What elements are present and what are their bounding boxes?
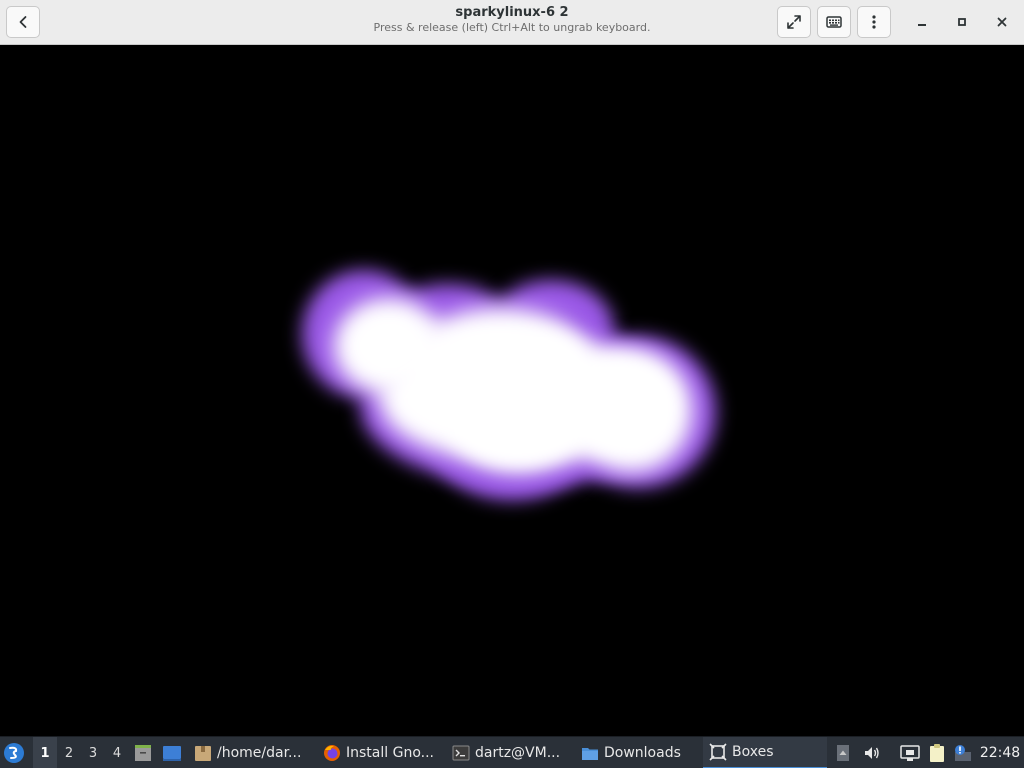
fullscreen-icon <box>787 15 801 29</box>
clipboard-tray[interactable] <box>926 737 948 768</box>
task-label: Install Gno... <box>346 745 434 761</box>
tray-scroll-button[interactable] <box>834 737 852 768</box>
window-title: sparkylinux-6 2 <box>455 5 569 20</box>
vm-display[interactable] <box>0 46 1024 736</box>
close-button[interactable] <box>988 8 1016 36</box>
clipboard-icon <box>930 744 944 762</box>
window-title-area: sparkylinux-6 2 Press & release (left) C… <box>250 5 774 34</box>
volume-icon <box>865 747 879 759</box>
network-icon <box>900 745 920 761</box>
terminal-icon <box>452 745 470 761</box>
network-tray[interactable] <box>898 737 922 768</box>
window-subtitle: Press & release (left) Ctrl+Alt to ungra… <box>373 21 651 34</box>
task-label: dartz@VM... <box>475 745 561 761</box>
maximize-icon <box>958 18 966 26</box>
minimize-button[interactable] <box>908 8 936 36</box>
chevron-up-icon <box>837 745 849 761</box>
send-keys-button[interactable] <box>817 6 851 38</box>
menu-button[interactable] <box>857 6 891 38</box>
task-label: Downloads <box>604 745 681 761</box>
desktop-screen: sparkylinux-6 2 Press & release (left) C… <box>0 0 1024 768</box>
taskbar: 1 2 3 4 /home/dar... Install Gno... dart… <box>0 736 1024 768</box>
task-firefox[interactable]: Install Gno... <box>323 737 443 768</box>
kebab-menu-icon <box>872 15 876 29</box>
file-cabinet-icon <box>135 745 151 761</box>
close-icon <box>997 17 1007 27</box>
workspace-label: 4 <box>112 745 122 761</box>
task-home-folder[interactable]: /home/dar... <box>194 737 312 768</box>
task-label: Boxes <box>732 744 774 760</box>
maximize-button[interactable] <box>948 8 976 36</box>
workspace-label: 2 <box>64 745 74 761</box>
workspace-2[interactable]: 2 <box>57 737 81 768</box>
updates-tray[interactable] <box>951 737 973 768</box>
back-arrow-icon <box>19 16 27 28</box>
task-label: /home/dar... <box>217 745 302 761</box>
desktop-icon <box>163 746 181 761</box>
sparky-logo-icon <box>4 743 24 763</box>
clock-time: 22:48 <box>979 745 1021 761</box>
show-desktop-button[interactable] <box>162 737 184 768</box>
workspace-3[interactable]: 3 <box>81 737 105 768</box>
folder-icon <box>582 748 598 760</box>
task-boxes[interactable]: Boxes <box>703 737 827 768</box>
task-downloads[interactable]: Downloads <box>581 737 697 768</box>
fullscreen-button[interactable] <box>777 6 811 38</box>
file-manager-launcher[interactable] <box>134 737 154 768</box>
boxes-headerbar: sparkylinux-6 2 Press & release (left) C… <box>0 0 1024 45</box>
firefox-icon <box>324 745 340 761</box>
back-button[interactable] <box>6 6 40 38</box>
clock[interactable]: 22:48 <box>978 737 1022 768</box>
sparky-menu-button[interactable] <box>3 737 29 768</box>
archive-folder-icon <box>195 746 211 761</box>
workspace-label: 3 <box>88 745 98 761</box>
update-notification-icon <box>955 745 971 761</box>
workspace-label: 1 <box>40 745 50 761</box>
workspace-1[interactable]: 1 <box>33 737 57 768</box>
boxes-icon <box>709 743 727 761</box>
keyboard-icon <box>826 16 842 28</box>
minimize-icon <box>918 24 926 26</box>
volume-tray[interactable] <box>861 737 883 768</box>
task-terminal[interactable]: dartz@VM... <box>452 737 572 768</box>
workspace-4[interactable]: 4 <box>105 737 129 768</box>
